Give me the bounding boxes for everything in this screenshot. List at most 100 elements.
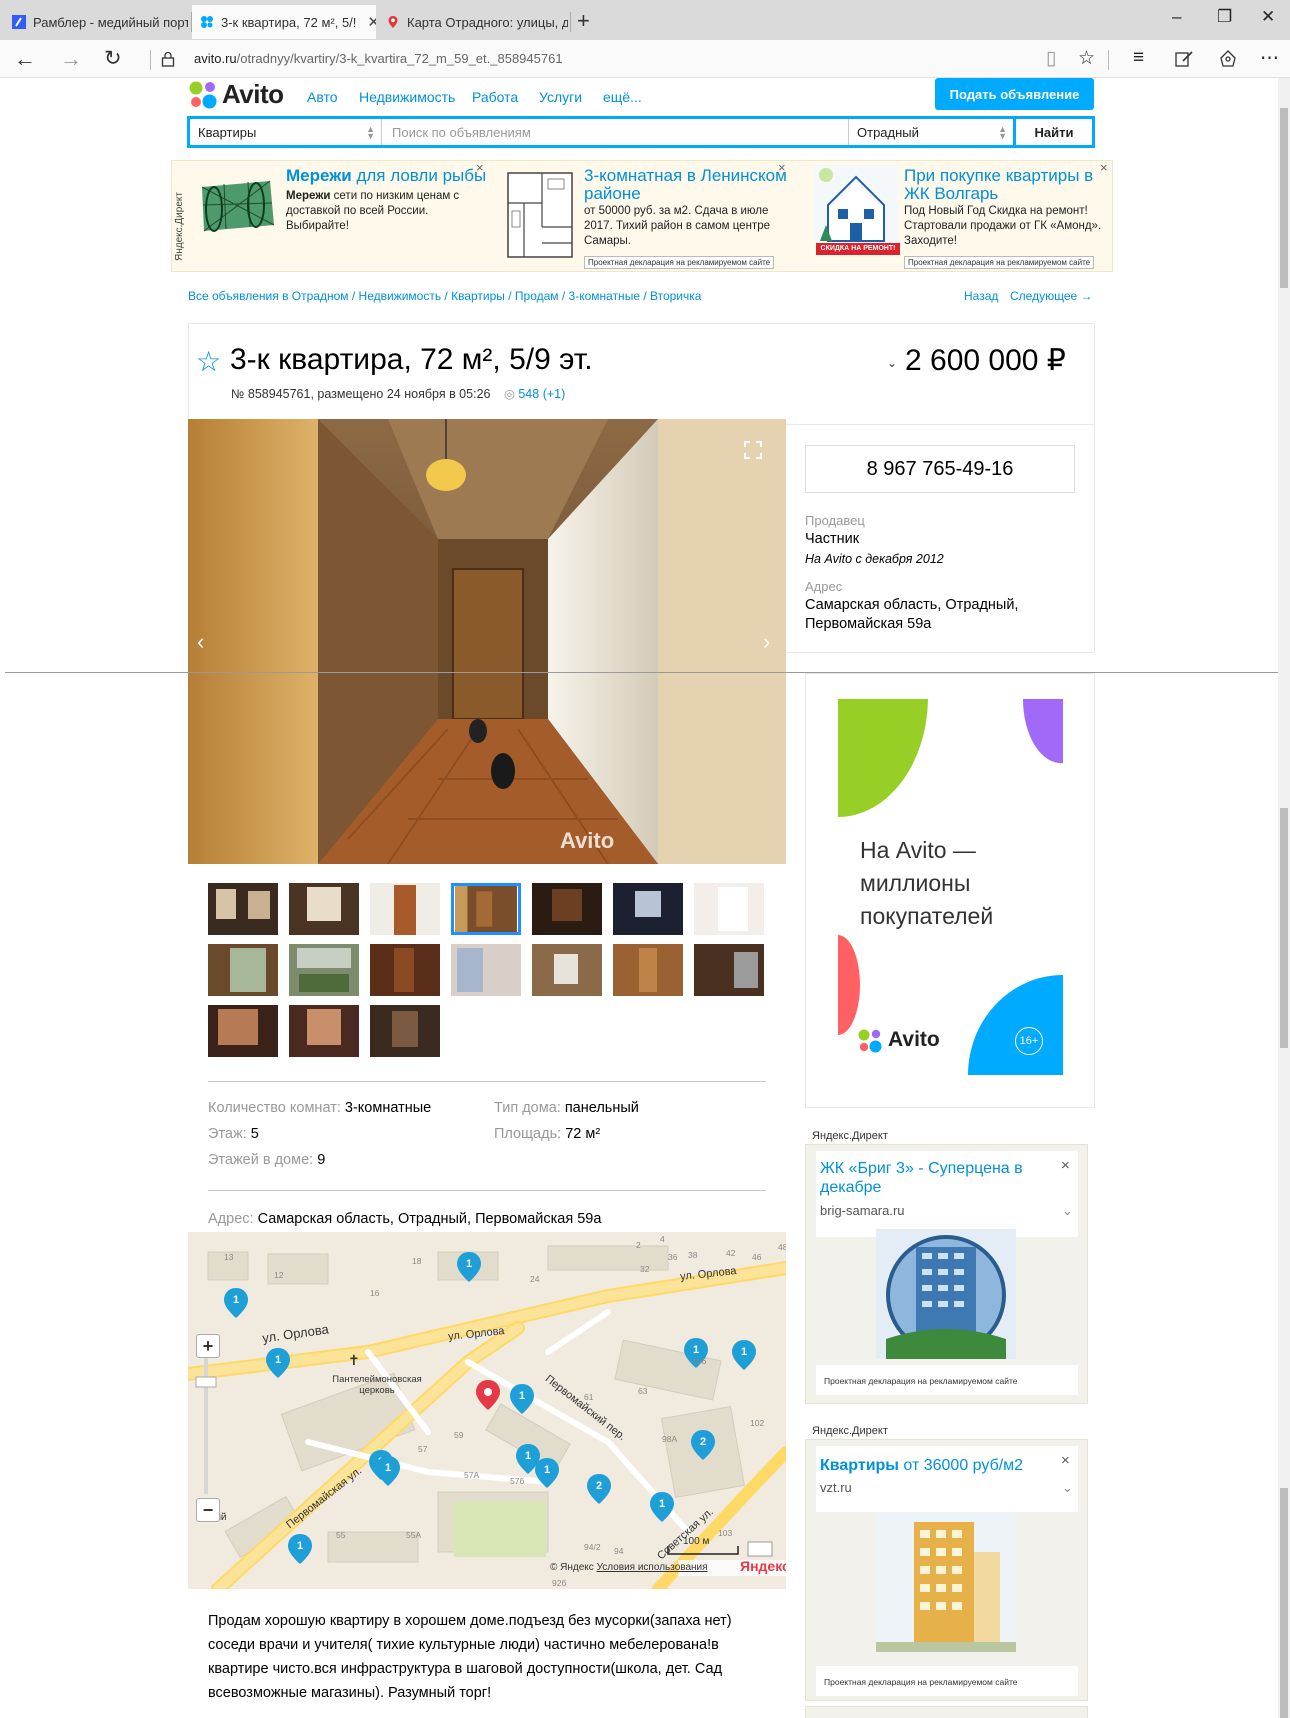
- back-link[interactable]: Назад: [964, 289, 998, 303]
- thumbnail-selected[interactable]: [451, 883, 521, 935]
- yandex-map[interactable]: 1 1 1 1 1 1 2 2 1 1 1 2 1 1: [188, 1232, 786, 1589]
- chevron-down-icon[interactable]: ⌄: [1062, 1203, 1073, 1219]
- thumbnail[interactable]: [370, 944, 440, 996]
- share-icon[interactable]: [1218, 49, 1238, 69]
- listing-number-date: № 858945761, размещено 24 ноября в 05:26: [231, 387, 491, 401]
- seller-name[interactable]: Частник: [805, 530, 859, 549]
- ad-title[interactable]: Мережи для ловли рыбы: [286, 167, 496, 185]
- house-number: 2: [636, 1240, 641, 1250]
- thumbnail[interactable]: [208, 944, 278, 996]
- new-tab-icon[interactable]: +: [577, 8, 590, 34]
- photo-prev-arrow-icon[interactable]: ‹: [197, 629, 204, 655]
- thumbnail[interactable]: [532, 883, 602, 935]
- refresh-icon[interactable]: ↻: [104, 46, 122, 71]
- url-field[interactable]: avito.ru/otradnyy/kvartiry/3-k_kvartira_…: [194, 51, 563, 66]
- banner-text: На Avito — миллионы покупателей: [860, 834, 993, 933]
- location-select[interactable]: Отрадный ▲ ▼: [849, 119, 1016, 145]
- house-number: 24: [530, 1274, 540, 1284]
- thumbnail[interactable]: [694, 944, 764, 996]
- ad-close-icon[interactable]: ×: [778, 160, 786, 175]
- phone-number-button[interactable]: 8 967 765-49-16: [805, 445, 1075, 493]
- menu-item-more[interactable]: ещё...: [603, 89, 642, 105]
- scrollbar-thumb[interactable]: [1280, 108, 1288, 288]
- menu-item-services[interactable]: Услуги: [539, 89, 582, 105]
- tab-rambler[interactable]: Рамблер - медийный порт: [4, 5, 188, 39]
- ad-badge: СКИДКА НА РЕМОНТ!: [816, 243, 900, 255]
- ad-close-icon[interactable]: ×: [1100, 160, 1108, 175]
- thumbnail[interactable]: [289, 944, 359, 996]
- hub-icon[interactable]: ≡: [1133, 47, 1144, 69]
- param-key: Площадь:: [494, 1126, 562, 1142]
- listing-price: 2 600 000 ₽: [905, 344, 1066, 377]
- thumbnail[interactable]: [208, 1005, 278, 1057]
- banner-line-3: покупателей: [860, 903, 994, 929]
- svg-text:1: 1: [659, 1498, 665, 1510]
- menu-item-realty[interactable]: Недвижимость: [359, 89, 455, 105]
- yd-ad-domain[interactable]: brig-samara.ru: [820, 1203, 905, 1218]
- fullscreen-icon[interactable]: [744, 441, 762, 459]
- thumbnail[interactable]: [613, 883, 683, 935]
- page-scrollbar[interactable]: [1278, 78, 1290, 1718]
- yd-ad-domain[interactable]: vzt.ru: [820, 1480, 852, 1495]
- category-select[interactable]: Квартиры ▲ ▼: [190, 119, 382, 145]
- chevron-down-icon[interactable]: ⌄: [1062, 1480, 1073, 1496]
- avito-logo-text[interactable]: Avito: [222, 79, 284, 110]
- scrollbar-thumb[interactable]: [1280, 1488, 1288, 1718]
- back-arrow-icon[interactable]: ←: [14, 46, 36, 72]
- ad-close-icon[interactable]: ×: [1061, 1452, 1070, 1469]
- ad-nets[interactable]: Мережи для ловли рыбы Мережи сети по низ…: [192, 160, 492, 271]
- next-link[interactable]: Следующее →: [1010, 289, 1093, 303]
- reading-view-icon[interactable]: ▯: [1046, 47, 1056, 70]
- thumbnail[interactable]: [532, 944, 602, 996]
- restore-icon[interactable]: ❐: [1217, 7, 1232, 27]
- scrollbar-thumb[interactable]: [1280, 808, 1288, 1048]
- map-terms-link[interactable]: Условия использования: [597, 1562, 708, 1573]
- forward-arrow-icon[interactable]: →: [60, 46, 82, 72]
- favorite-star-icon[interactable]: ☆: [196, 345, 221, 378]
- thumbnail[interactable]: [694, 883, 764, 935]
- more-menu-icon[interactable]: ⋯: [1260, 47, 1279, 70]
- photo-next-arrow-icon[interactable]: ›: [763, 629, 770, 655]
- lock-icon: [161, 51, 175, 67]
- ad-close-icon[interactable]: ×: [476, 160, 484, 175]
- yd-ad-title[interactable]: Квартиры от 36000 руб/м2: [820, 1456, 1060, 1475]
- post-ad-button[interactable]: Подать объявление: [935, 78, 1094, 110]
- find-button[interactable]: Найти: [1016, 119, 1092, 145]
- yd-ad-brig[interactable]: ЖК «Бриг 3» - Суперцена в декабре brig-s…: [805, 1144, 1088, 1404]
- zoom-in-button[interactable]: +: [196, 1334, 220, 1358]
- thumbnail[interactable]: [451, 944, 521, 996]
- yd-ad-vzt[interactable]: Квартиры от 36000 руб/м2 vzt.ru × ⌄ Прое…: [805, 1439, 1088, 1701]
- favorite-star-icon[interactable]: ☆: [1078, 47, 1095, 70]
- thumbnail[interactable]: [289, 883, 359, 935]
- thumbnail[interactable]: [208, 883, 278, 935]
- zoom-out-button[interactable]: −: [196, 1498, 220, 1522]
- menu-item-jobs[interactable]: Работа: [472, 89, 518, 105]
- yd-ad-declaration: Проектная декларация на рекламируемом са…: [824, 1376, 1018, 1386]
- search-input[interactable]: Поиск по объявлениям: [382, 119, 849, 145]
- breadcrumb[interactable]: Все объявления в Отрадном / Недвижимость…: [188, 289, 701, 303]
- minimize-icon[interactable]: –: [1172, 7, 1181, 27]
- house-number: 61: [584, 1392, 594, 1402]
- ad-volgar[interactable]: СКИДКА НА РЕМОНТ! При покупке квартиры в…: [812, 160, 1112, 271]
- yd-ad-title[interactable]: ЖК «Бриг 3» - Суперцена в декабре: [820, 1159, 1060, 1197]
- ad-title[interactable]: При покупке квартиры в ЖК Волгарь: [904, 167, 1104, 203]
- param-value: 5: [250, 1126, 259, 1142]
- price-dropdown-icon[interactable]: ⌄: [887, 356, 897, 370]
- ad-title[interactable]: 3-комнатная в Ленинском районе: [584, 167, 794, 203]
- tab-yandex-map[interactable]: Карта Отрадного: улицы, д: [378, 5, 568, 39]
- tab-avito[interactable]: 3-к квартира, 72 м², 5/! ✕: [192, 5, 376, 39]
- ad-close-icon[interactable]: ×: [1061, 1157, 1070, 1174]
- main-photo[interactable]: [188, 419, 786, 864]
- close-tab-icon[interactable]: ✕: [367, 13, 376, 31]
- ad-leninsky[interactable]: 3-комнатная в Ленинском районе от 50000 …: [502, 160, 802, 271]
- yandex-map-logo[interactable]: Яндекс: [740, 1558, 786, 1574]
- thumbnail[interactable]: [370, 1005, 440, 1057]
- thumbnail[interactable]: [613, 944, 683, 996]
- avito-logo-icon[interactable]: [188, 80, 218, 110]
- param-house-type: Тип дома: панельный: [494, 1100, 639, 1116]
- window-close-icon[interactable]: ✕: [1261, 7, 1275, 27]
- thumbnail[interactable]: [370, 883, 440, 935]
- thumbnail[interactable]: [289, 1005, 359, 1057]
- web-note-icon[interactable]: [1175, 50, 1195, 68]
- menu-item-auto[interactable]: Авто: [307, 89, 338, 105]
